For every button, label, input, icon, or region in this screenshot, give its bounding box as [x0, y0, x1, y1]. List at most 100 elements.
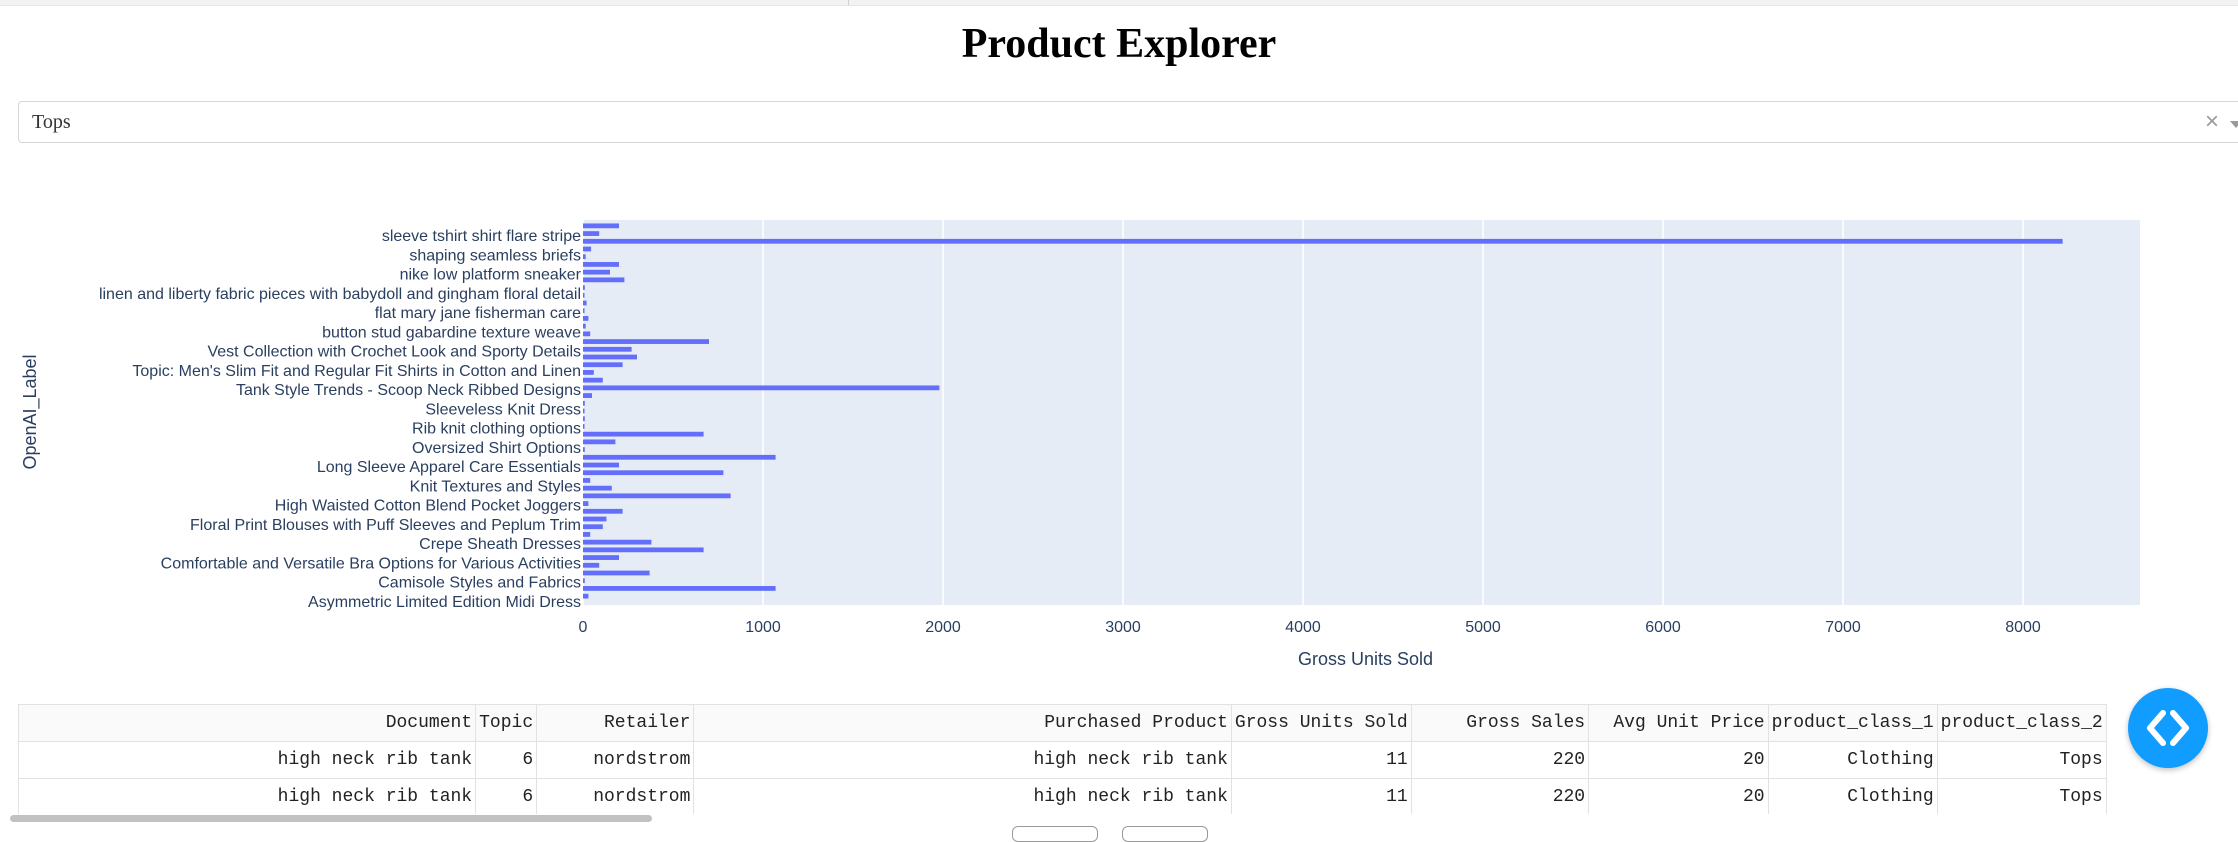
y-tick-label: flat mary jane fisherman care — [375, 305, 581, 322]
bar — [583, 316, 589, 321]
bar — [583, 262, 619, 267]
y-tick-label: Sleeveless Knit Dress — [425, 401, 581, 418]
table-cell[interactable]: 20 — [1588, 778, 1769, 814]
bar — [583, 524, 603, 530]
table-cell[interactable]: high neck rib tank — [693, 741, 1232, 779]
bar — [583, 493, 731, 499]
y-tick-label: Camisole Styles and Fabrics — [378, 575, 581, 592]
bar — [583, 516, 607, 522]
y-tick-label: linen and liberty fabric pieces with bab… — [99, 286, 581, 303]
bar — [583, 439, 616, 445]
table-cell[interactable]: Clothing — [1767, 778, 1938, 814]
bar — [583, 285, 585, 290]
bar — [583, 346, 632, 352]
bar — [583, 300, 587, 306]
category-dropdown[interactable]: Tops × — [18, 101, 2238, 143]
x-tick-label: 8000 — [2005, 619, 2041, 636]
table-body: high neck rib tank 6 nordstrom high neck ri… — [18, 741, 2238, 815]
y-tick-label: Oversized Shirt Options — [412, 440, 581, 457]
column-header[interactable]: Retailer — [536, 704, 695, 742]
x-tick-label: 6000 — [1645, 619, 1681, 636]
table-cell[interactable]: high neck rib tank — [18, 741, 477, 779]
table-cell[interactable]: Tops — [1936, 778, 2107, 814]
table-cell[interactable]: nordstrom — [536, 778, 695, 814]
table-cell[interactable]: high neck rib tank — [693, 778, 1232, 814]
x-tick-labels: 0 1000 2000 3000 4000 5000 6000 7000 8000 — [579, 619, 2041, 636]
bar — [583, 331, 591, 337]
bar — [583, 377, 603, 383]
y-tick-labels: sleeve tshirt shirt flare stripe shaping … — [99, 228, 582, 611]
table-cell[interactable]: 220 — [1410, 741, 1590, 779]
y-tick-label: Topic: Men's Slim Fit and Regular Fit Sh… — [132, 363, 581, 380]
x-tick-label: 5000 — [1465, 619, 1501, 636]
column-header[interactable]: Purchased Product — [693, 704, 1232, 742]
bar — [583, 308, 585, 314]
bar — [583, 570, 650, 576]
horizontal-scrollbar[interactable] — [10, 815, 652, 822]
table-cell[interactable]: high neck rib tank — [18, 778, 477, 814]
bar — [583, 555, 619, 560]
bar — [583, 400, 585, 406]
table-cell[interactable]: 6 — [475, 741, 538, 779]
bar — [583, 254, 586, 260]
table-header-row: Document Topic Retailer Purchased Product Gr… — [18, 704, 2238, 742]
column-header[interactable]: product_class_2 — [1936, 704, 2107, 742]
clear-icon[interactable]: × — [2205, 108, 2219, 136]
table-cell[interactable]: 11 — [1230, 778, 1412, 814]
column-header[interactable]: product_class_1 — [1767, 704, 1938, 742]
x-tick-label: 4000 — [1285, 619, 1321, 636]
table-cell[interactable]: nordstrom — [536, 741, 695, 779]
bar — [583, 246, 592, 252]
bar — [583, 586, 776, 591]
bar — [583, 223, 619, 229]
page-title: Product Explorer — [961, 21, 1277, 67]
bar — [583, 231, 600, 236]
next-page-button[interactable] — [1122, 826, 1208, 842]
table-row[interactable]: high neck rib tank 6 nordstrom high neck ri… — [18, 741, 2238, 779]
bar — [583, 501, 589, 506]
x-tick-label: 1000 — [745, 619, 781, 636]
bar — [583, 292, 585, 298]
chevron-down-icon[interactable] — [2230, 121, 2238, 128]
table-cell[interactable]: Tops — [1936, 741, 2107, 779]
top-strip-divider — [848, 0, 849, 5]
data-table-container[interactable]: Document Topic Retailer Purchased Product Gr… — [18, 704, 2238, 814]
table-cell[interactable]: 20 — [1588, 741, 1769, 779]
bar — [583, 238, 2063, 244]
y-tick-label: Tank Style Trends - Scoop Neck Ribbed De… — [236, 382, 581, 399]
bar — [583, 539, 652, 545]
x-axis-title: Gross Units Sold — [1298, 649, 1433, 669]
previous-page-button[interactable] — [1012, 826, 1098, 842]
column-header[interactable]: Avg Unit Price — [1588, 704, 1769, 742]
table-cell[interactable]: 6 — [475, 778, 538, 814]
table-cell[interactable]: 220 — [1410, 778, 1590, 814]
column-header[interactable]: Gross Units Sold — [1230, 704, 1412, 742]
bar — [583, 470, 724, 476]
table-cell[interactable]: 11 — [1230, 741, 1412, 779]
y-tick-label: button stud gabardine texture weave — [322, 324, 581, 341]
y-tick-label: Vest Collection with Crochet Look and Sp… — [207, 344, 581, 361]
y-tick-label: Rib knit clothing options — [412, 421, 581, 438]
bar — [583, 547, 704, 553]
dropdown-selected-value: Tops — [32, 111, 71, 133]
column-header[interactable]: Topic — [475, 704, 538, 742]
code-view-button[interactable] — [2128, 688, 2208, 768]
table-cell[interactable]: Clothing — [1767, 741, 1938, 779]
table-row[interactable]: high neck rib tank 6 nordstrom high neck ri… — [18, 778, 2238, 815]
bar — [583, 462, 619, 468]
bar — [583, 385, 940, 391]
column-header[interactable]: Document — [18, 704, 477, 742]
y-tick-label: High Waisted Cotton Blend Pocket Joggers — [275, 498, 581, 515]
bar — [583, 354, 637, 360]
bar — [583, 277, 625, 283]
bar — [583, 532, 591, 537]
column-header[interactable]: Gross Sales — [1410, 704, 1590, 742]
bar — [583, 393, 592, 398]
x-tick-label: 0 — [579, 619, 588, 636]
row-filler — [2106, 779, 2237, 815]
y-tick-label: Floral Print Blouses with Puff Sleeves a… — [190, 517, 581, 534]
bar — [583, 269, 610, 275]
y-tick-label: shaping seamless briefs — [409, 247, 581, 264]
plot-area — [583, 220, 2140, 605]
bar — [583, 478, 591, 483]
